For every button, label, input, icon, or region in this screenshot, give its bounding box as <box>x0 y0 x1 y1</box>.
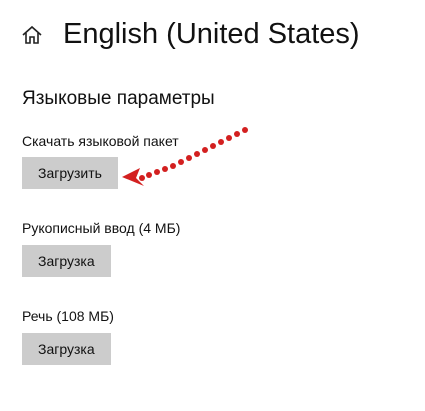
download-language-pack-button[interactable]: Загрузить <box>22 157 118 189</box>
handwriting-label: Рукописный ввод (4 МБ) <box>22 220 181 236</box>
download-speech-button[interactable]: Загрузка <box>22 333 111 365</box>
page-header: English (United States) <box>0 0 425 70</box>
speech-label: Речь (108 МБ) <box>22 308 114 324</box>
home-icon[interactable] <box>21 24 43 46</box>
language-pack-label: Скачать языковой пакет <box>22 133 179 149</box>
page-title: English (United States) <box>63 18 360 50</box>
download-handwriting-button[interactable]: Загрузка <box>22 245 111 277</box>
section-title: Языковые параметры <box>22 88 215 109</box>
